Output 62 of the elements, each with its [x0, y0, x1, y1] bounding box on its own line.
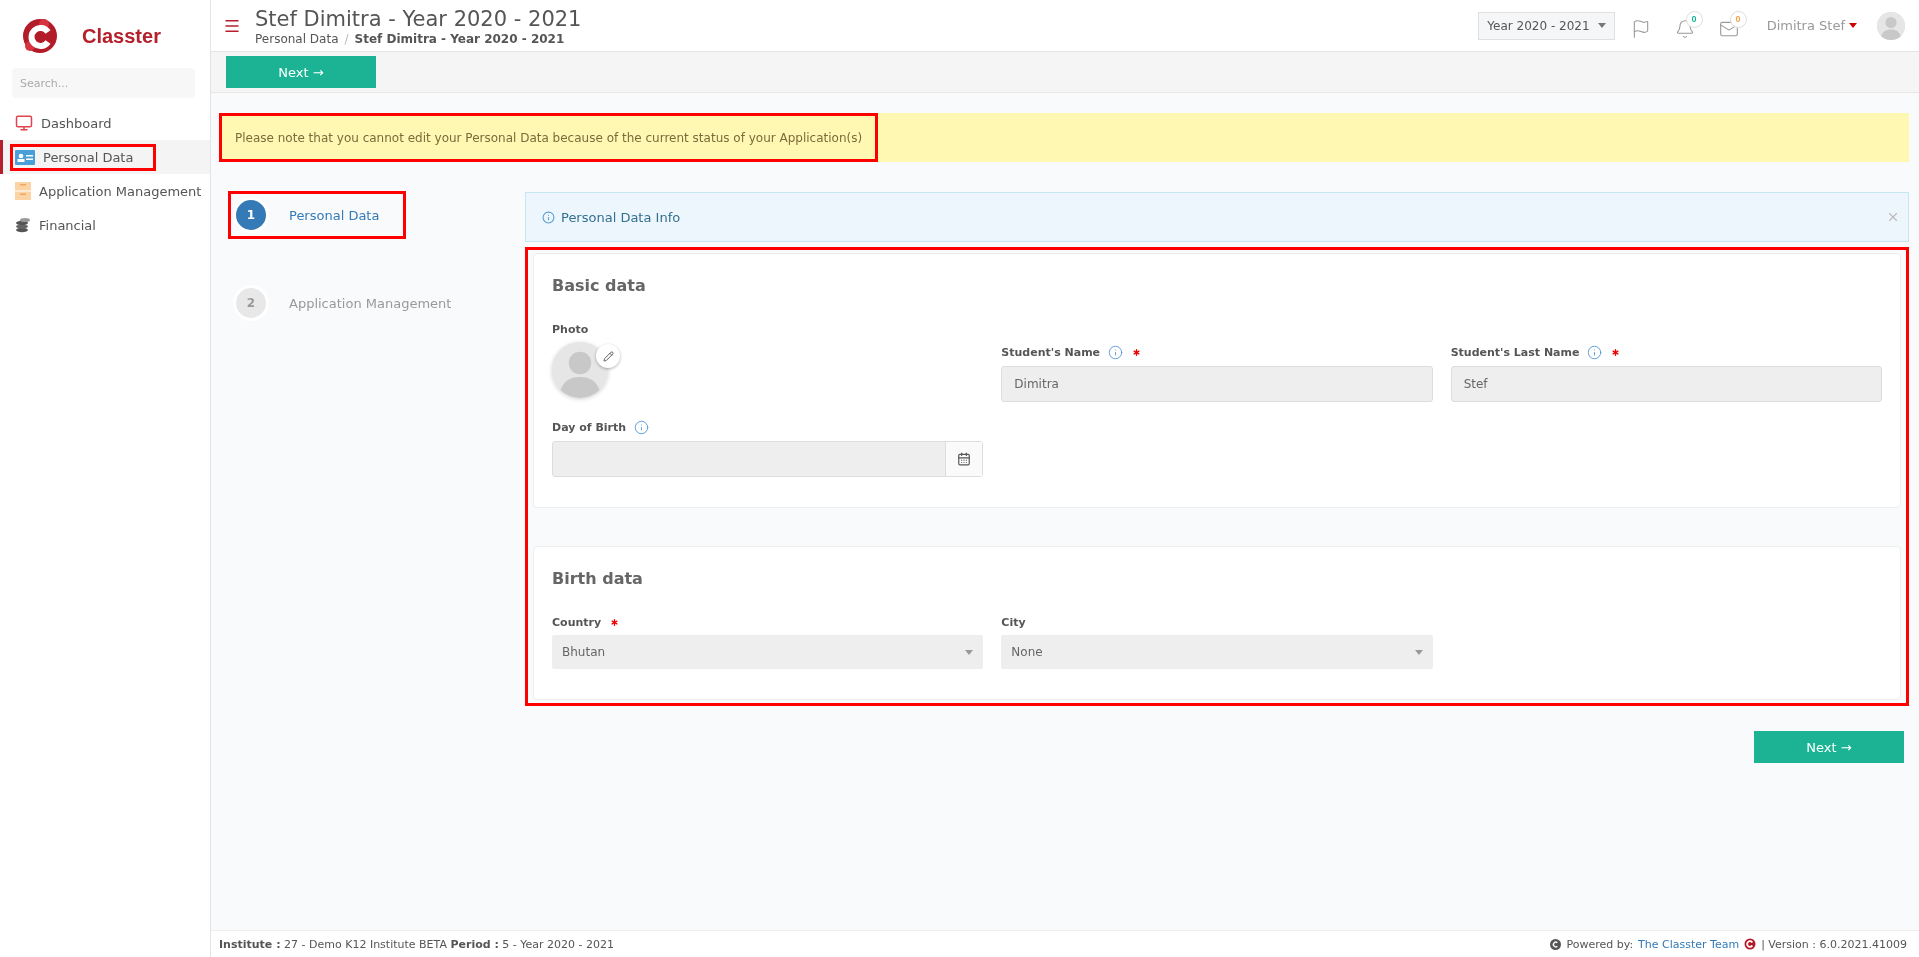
copyright-icon	[1550, 938, 1562, 950]
close-icon[interactable]	[1886, 210, 1900, 224]
laptop-icon	[15, 114, 33, 132]
sidebar-item[interactable]: Application Management	[0, 174, 210, 208]
logo-text: Classter	[82, 24, 161, 48]
breadcrumb-item[interactable]: Personal Data	[255, 31, 339, 46]
user-menu[interactable]: Dimitra Stef	[1760, 17, 1863, 34]
field-label: City	[1001, 616, 1026, 629]
breadcrumb-separator: /	[344, 31, 349, 46]
section-title: Birth data	[552, 569, 644, 588]
version-text: | Version : 6.0.2021.41009	[1761, 937, 1907, 951]
sidebar-item-label: Dashboard	[41, 115, 112, 131]
caret-icon	[1414, 649, 1423, 655]
caret-icon	[965, 649, 974, 655]
footer-info: Institute : 27 - Demo K12 Institute BETA Period : 5 - Year 2020 - 2021	[219, 937, 615, 951]
info-icon[interactable]	[634, 420, 650, 435]
text-field[interactable]: Stef	[1450, 366, 1882, 402]
next-button[interactable]: Next →	[226, 56, 376, 88]
select-field[interactable]: Bhutan	[552, 635, 984, 669]
page-title: Stef Dimitra - Year 2020 - 2021	[255, 5, 583, 32]
date-field[interactable]	[552, 441, 984, 477]
info-icon	[542, 210, 555, 224]
sidebar-item[interactable]: Dashboard	[0, 106, 210, 140]
field-label: Country	[552, 616, 602, 629]
wizard-step[interactable]: 1 Personal Data	[231, 194, 404, 236]
notice-text: Please note that you cannot edit your Personal Data because of the current status of your Application(s)	[219, 113, 879, 162]
logo-icon	[1744, 938, 1757, 950]
coins-icon	[15, 217, 31, 233]
info-icon[interactable]	[1108, 345, 1124, 360]
field-label: Student's Last Name	[1450, 346, 1580, 359]
bell-icon	[1674, 18, 1695, 39]
notification-count: 0	[1685, 10, 1703, 28]
notifications-button[interactable]: 0	[1672, 10, 1703, 41]
photo-placeholder	[552, 342, 608, 398]
pencil-icon	[602, 350, 614, 362]
sidebar-item[interactable]: Personal Data	[0, 140, 210, 174]
cabinet-icon	[15, 182, 31, 200]
year-select[interactable]: Year 2020 - 2021	[1478, 11, 1615, 40]
calendar-icon[interactable]	[957, 452, 972, 466]
sidebar-item[interactable]: Financial	[0, 208, 210, 242]
field-label: Photo	[552, 323, 589, 336]
team-link[interactable]: The Classter Team	[1638, 937, 1740, 951]
logo-icon	[20, 16, 60, 56]
section-title: Basic data	[552, 276, 647, 295]
message-count: 0	[1729, 10, 1747, 28]
sidebar-item-label: Application Management	[39, 183, 202, 199]
info-box-text: Personal Data Info	[561, 209, 682, 225]
select-field[interactable]: None	[1001, 635, 1433, 669]
field-label: Day of Birth	[552, 421, 627, 434]
user-avatar[interactable]	[1877, 11, 1905, 40]
wizard-step[interactable]: 2 Application Management	[231, 282, 476, 324]
powered-by-text: Powered by:	[1566, 937, 1634, 951]
breadcrumb-item: Stef Dimitra - Year 2020 - 2021	[354, 31, 565, 46]
next-button[interactable]: Next →	[1754, 731, 1904, 763]
id-card-icon	[15, 149, 35, 165]
sidebar-item-label: Financial	[39, 217, 96, 233]
field-label: Student's Name	[1001, 346, 1101, 359]
info-icon[interactable]	[1587, 345, 1603, 360]
text-field[interactable]: Dimitra	[1001, 366, 1433, 402]
sidebar-item-label: Personal Data	[43, 149, 134, 165]
edit-photo-button[interactable]	[596, 344, 620, 368]
search-field[interactable]: Search...	[12, 68, 195, 98]
